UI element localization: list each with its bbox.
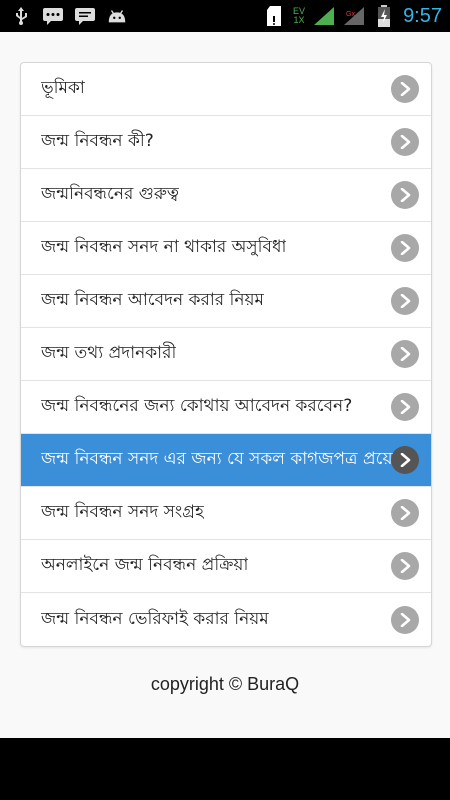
menu-item-label: জন্ম নিবন্ধন সনদ সংগ্রহ [41,502,204,522]
chat-bubble-icon [74,7,96,25]
svg-text:Gx: Gx [346,11,355,18]
app-screen: ভূমিকা জন্ম নিবন্ধন কী? জন্মনিবন্ধনের গুরু… [0,32,450,738]
network-type-label: EV 1X [293,7,305,25]
menu-item-label: জন্ম নিবন্ধন সনদ এর জন্য যে সকল কাগজপত্র… [41,449,398,469]
menu-item-label: জন্ম নিবন্ধন ভেরিফাই করার নিয়ম [41,608,269,629]
menu-item-label: জন্ম নিবন্ধনের জন্য কোথায় আবেদন করবেন? [41,396,353,416]
menu-item-label: জন্ম নিবন্ধন কী? [41,131,154,151]
chevron-right-icon [391,340,419,368]
chevron-right-icon [391,552,419,580]
chevron-right-icon [391,446,419,474]
clock: 9:57 [403,4,442,27]
menu-item[interactable]: জন্মনিবন্ধনের গুরুত্ব [21,169,431,222]
menu-item[interactable]: জন্ম নিবন্ধনের জন্য কোথায় আবেদন করবেন? [21,381,431,434]
menu-item-label: জন্ম নিবন্ধন সনদ না থাকার অসুবিধা [41,237,287,257]
battery-icon [373,5,395,27]
menu-item-label: ভূমিকা [41,78,85,98]
menu-item[interactable]: জন্ম তথ্য প্রদানকারী [21,328,431,381]
chevron-right-icon [391,234,419,262]
menu-item[interactable]: জন্ম নিবন্ধন ভেরিফাই করার নিয়ম [21,593,431,646]
menu-item[interactable]: জন্ম নিবন্ধন সনদ সংগ্রহ [21,487,431,540]
menu-item-label: অনলাইনে জন্ম নিবন্ধন প্রক্রিয়া [41,555,249,575]
sd-card-icon [263,6,285,26]
menu-item-label: জন্মনিবন্ধনের গুরুত্ব [41,184,179,204]
network-type-bottom: 1X [293,15,305,25]
navigation-bar [0,738,450,800]
menu-item[interactable]: ভূমিকা [21,63,431,116]
notification-icons [0,7,128,25]
usb-icon [10,7,32,25]
chevron-right-icon [391,75,419,103]
signal-icon [313,7,335,25]
menu-item[interactable]: অনলাইনে জন্ম নিবন্ধন প্রক্রিয়া [21,540,431,593]
menu-item[interactable]: জন্ম নিবন্ধন সনদ না থাকার অসুবিধা [21,222,431,275]
chevron-right-icon [391,128,419,156]
signal-icon: Gx [343,7,365,25]
chevron-right-icon [391,287,419,315]
copyright-footer: copyright © BuraQ [150,674,300,694]
android-icon [106,7,128,25]
menu-item-label: জন্ম নিবন্ধন আবেদন করার নিয়ম [41,290,264,310]
menu-item[interactable]: জন্ম নিবন্ধন সনদ এর জন্য যে সকল কাগজপত্র… [21,434,431,487]
chevron-right-icon [391,393,419,421]
menu-item[interactable]: জন্ম নিবন্ধন আবেদন করার নিয়ম [21,275,431,328]
status-bar: EV 1X Gx 9:57 [0,0,450,32]
chat-bubble-icon [42,7,64,25]
menu-item[interactable]: জন্ম নিবন্ধন কী? [21,116,431,169]
chevron-right-icon [391,181,419,209]
chevron-right-icon [391,605,419,634]
system-icons: EV 1X Gx 9:57 [263,5,450,28]
topic-menu: ভূমিকা জন্ম নিবন্ধন কী? জন্মনিবন্ধনের গুরু… [20,62,432,647]
chevron-right-icon [391,499,419,527]
menu-item-label: জন্ম তথ্য প্রদানকারী [41,343,177,363]
